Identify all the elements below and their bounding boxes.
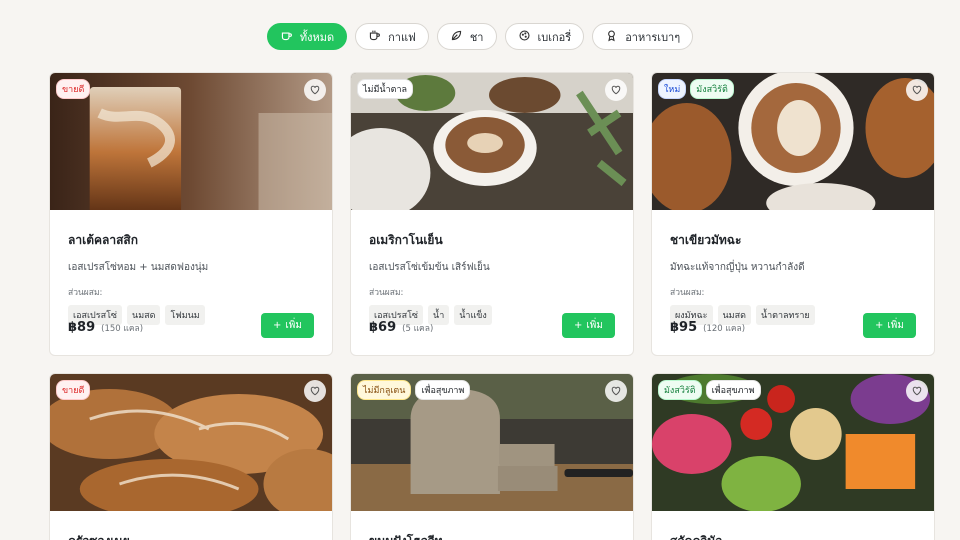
ingredients-label: ส่วนผสม: xyxy=(68,288,103,298)
heart-icon xyxy=(911,382,923,401)
award-icon xyxy=(605,29,618,45)
product-card[interactable]: มังสวิรัติ เพื่อสุขภาพ สลัดควินัว xyxy=(651,373,935,540)
badge-row: ขายดี xyxy=(56,79,91,99)
heart-icon xyxy=(911,81,923,100)
product-image: มังสวิรัติ เพื่อสุขภาพ xyxy=(652,374,934,511)
favorite-button[interactable] xyxy=(304,380,326,402)
status-badge: ขายดี xyxy=(56,380,91,400)
cookie-icon xyxy=(518,29,531,45)
favorite-button[interactable] xyxy=(304,79,326,101)
product-name: ครัวซองเนย xyxy=(68,532,314,540)
product-grid: ขายดี ลาเต้คลาสสิก เอสเปรสโซ่หอม + นมสดฟ… xyxy=(49,72,936,540)
product-name: ชาเขียวมัทฉะ xyxy=(670,233,742,247)
add-button-label: เพิ่ม xyxy=(285,320,302,331)
badge-row: ขายดี xyxy=(56,380,91,400)
status-badge: มังสวิรัติ xyxy=(658,380,702,400)
plus-icon: + xyxy=(273,320,282,331)
product-image: ไม่มีกลูเตน เพื่อสุขภาพ xyxy=(351,374,633,511)
product-price: ฿95 xyxy=(670,320,698,335)
product-card[interactable]: ไม่มีน้ำตาล อเมริกาโนเย็น เอสเปรสโซ่เข้ม… xyxy=(350,72,634,356)
category-filter-bar: ทั้งหมด กาแฟ ชา เบเกอรี่ อาหารเบาๆ xyxy=(0,23,960,50)
filter-tab-coffee[interactable]: กาแฟ xyxy=(355,23,429,50)
filter-tab-label: ชา xyxy=(469,30,484,44)
badge-row: ไม่มีกลูเตน เพื่อสุขภาพ xyxy=(357,380,471,400)
favorite-button[interactable] xyxy=(605,79,627,101)
product-name: อเมริกาโนเย็น xyxy=(369,233,443,247)
filter-tab-bakery[interactable]: เบเกอรี่ xyxy=(504,23,585,50)
ingredients-label: ส่วนผสม: xyxy=(369,288,404,298)
product-price: ฿69 xyxy=(369,320,397,335)
filter-tab-label: ทั้งหมด xyxy=(299,30,335,44)
favorite-button[interactable] xyxy=(605,380,627,402)
filter-tab-tea[interactable]: ชา xyxy=(436,23,497,50)
product-name: ลาเต้คลาสสิก xyxy=(68,233,139,247)
product-description: มัทฉะแท้จากญี่ปุ่น หวานกำลังดี xyxy=(670,262,805,273)
add-button-label: เพิ่ม xyxy=(887,320,904,331)
heart-icon xyxy=(610,382,622,401)
status-badge: ขายดี xyxy=(56,79,91,99)
product-card[interactable]: ขายดี ลาเต้คลาสสิก เอสเปรสโซ่หอม + นมสดฟ… xyxy=(49,72,333,356)
filter-tab-snacks[interactable]: อาหารเบาๆ xyxy=(592,23,694,50)
badge-row: มังสวิรัติ เพื่อสุขภาพ xyxy=(658,380,761,400)
heart-icon xyxy=(309,81,321,100)
product-card[interactable]: ใหม่ มังสวิรัติ ชาเขียวมัทฉะ มัทฉะแท้จาก… xyxy=(651,72,935,356)
status-badge: เพื่อสุขภาพ xyxy=(705,380,761,400)
product-image: ขายดี xyxy=(50,374,332,511)
status-badge: ใหม่ xyxy=(658,79,687,99)
product-image: ใหม่ มังสวิรัติ xyxy=(652,73,934,210)
add-button-label: เพิ่ม xyxy=(586,320,603,331)
leaf-icon xyxy=(450,29,463,45)
product-description: เอสเปรสโซ่เข้มข้น เสิร์ฟเย็น xyxy=(369,262,490,273)
product-name: สลัดควินัว xyxy=(670,532,916,540)
product-description: เอสเปรสโซ่หอม + นมสดฟองนุ่ม xyxy=(68,262,209,273)
product-image: ขายดี xyxy=(50,73,332,210)
product-image: ไม่มีน้ำตาล xyxy=(351,73,633,210)
status-badge: มังสวิรัติ xyxy=(690,79,734,99)
add-to-cart-button[interactable]: + เพิ่ม xyxy=(562,313,615,338)
product-card[interactable]: ไม่มีกลูเตน เพื่อสุขภาพ ขนมปังโฮลวีท xyxy=(350,373,634,540)
plus-icon: + xyxy=(574,320,583,331)
status-badge: ไม่มีน้ำตาล xyxy=(357,79,414,99)
status-badge: ไม่มีกลูเตน xyxy=(357,380,412,400)
filter-tab-label: เบเกอรี่ xyxy=(537,30,572,44)
product-name: ขนมปังโฮลวีท xyxy=(369,532,615,540)
favorite-button[interactable] xyxy=(906,79,928,101)
favorite-button[interactable] xyxy=(906,380,928,402)
heart-icon xyxy=(309,382,321,401)
product-calories: (5 แคล) xyxy=(402,324,434,334)
add-to-cart-button[interactable]: + เพิ่ม xyxy=(261,313,314,338)
ingredients-label: ส่วนผสม: xyxy=(670,288,705,298)
badge-row: ใหม่ มังสวิรัติ xyxy=(658,79,734,99)
status-badge: เพื่อสุขภาพ xyxy=(415,380,471,400)
badge-row: ไม่มีน้ำตาล xyxy=(357,79,414,99)
plus-icon: + xyxy=(875,320,884,331)
product-calories: (120 แคล) xyxy=(703,324,746,334)
filter-tab-label: อาหารเบาๆ xyxy=(625,30,681,44)
cup-icon xyxy=(280,29,293,45)
heart-icon xyxy=(610,81,622,100)
filter-tab-label: กาแฟ xyxy=(388,30,416,44)
coffee-icon xyxy=(368,29,381,45)
add-to-cart-button[interactable]: + เพิ่ม xyxy=(863,313,916,338)
filter-tab-all[interactable]: ทั้งหมด xyxy=(266,23,348,50)
product-card[interactable]: ขายดี ครัวซองเนย xyxy=(49,373,333,540)
product-price: ฿89 xyxy=(68,320,96,335)
product-calories: (150 แคล) xyxy=(101,324,144,334)
